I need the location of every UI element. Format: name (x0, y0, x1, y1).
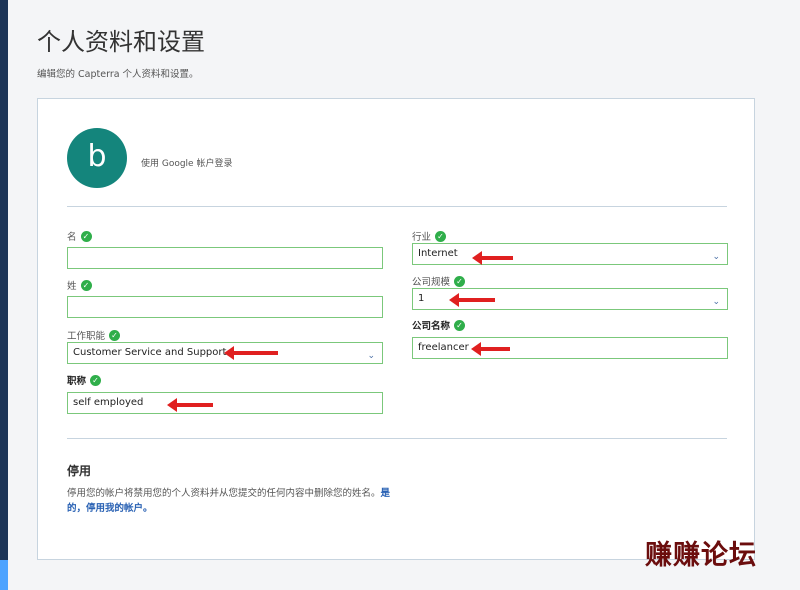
job-function-value: Customer Service and Support (73, 347, 227, 358)
profile-card: b 使用 Google 帐户登录 名 ✓ 姓 ✓ 工作职能 ✓ Customer… (37, 98, 755, 560)
check-circle-icon: ✓ (435, 230, 447, 242)
job-function-label: 工作职能 ✓ (67, 328, 121, 342)
check-circle-icon: ✓ (90, 374, 102, 386)
check-circle-icon: ✓ (109, 329, 121, 341)
industry-label: 行业 ✓ (412, 229, 447, 243)
last-name-label: 姓 ✓ (67, 278, 92, 292)
left-edge-bar (0, 0, 8, 590)
annotation-arrow (167, 398, 213, 412)
first-name-label: 名 ✓ (67, 229, 92, 243)
annotation-arrow (224, 346, 278, 360)
company-name-label: 公司名称 ✓ (412, 318, 466, 332)
chevron-down-icon: ⌄ (367, 351, 375, 361)
google-login-note: 使用 Google 帐户登录 (141, 159, 233, 169)
watermark: 赚赚论坛 (645, 540, 757, 571)
company-size-label: 公司规模 ✓ (412, 274, 466, 288)
chevron-down-icon: ⌄ (712, 297, 720, 307)
avatar[interactable]: b (67, 128, 127, 188)
job-title-input[interactable]: self employed (67, 392, 383, 414)
industry-select[interactable]: Internet ⌄ (412, 243, 728, 265)
page-title: 个人资料和设置 (37, 28, 205, 56)
last-name-input[interactable] (67, 296, 383, 318)
check-circle-icon: ✓ (454, 319, 466, 331)
company-size-value: 1 (418, 293, 425, 304)
deactivate-title: 停用 (67, 464, 92, 478)
annotation-arrow (471, 342, 510, 356)
check-circle-icon: ✓ (80, 230, 92, 242)
annotation-arrow (472, 251, 513, 265)
annotation-arrow (449, 293, 495, 307)
company-name-input[interactable]: freelancer (412, 337, 728, 359)
left-edge-accent (0, 560, 8, 590)
job-title-label: 职称 ✓ (67, 373, 102, 387)
check-circle-icon: ✓ (454, 275, 466, 287)
divider-bottom (67, 438, 727, 439)
first-name-input[interactable] (67, 247, 383, 269)
deactivate-description: 停用您的帐户将禁用您的个人资料并从您提交的任何内容中删除您的姓名。是的，停用我的… (67, 488, 391, 514)
check-circle-icon: ✓ (80, 279, 92, 291)
chevron-down-icon: ⌄ (712, 252, 720, 262)
divider-top (67, 206, 727, 207)
industry-value: Internet (418, 248, 458, 259)
page-subtitle: 编辑您的 Capterra 个人资料和设置。 (37, 69, 199, 80)
